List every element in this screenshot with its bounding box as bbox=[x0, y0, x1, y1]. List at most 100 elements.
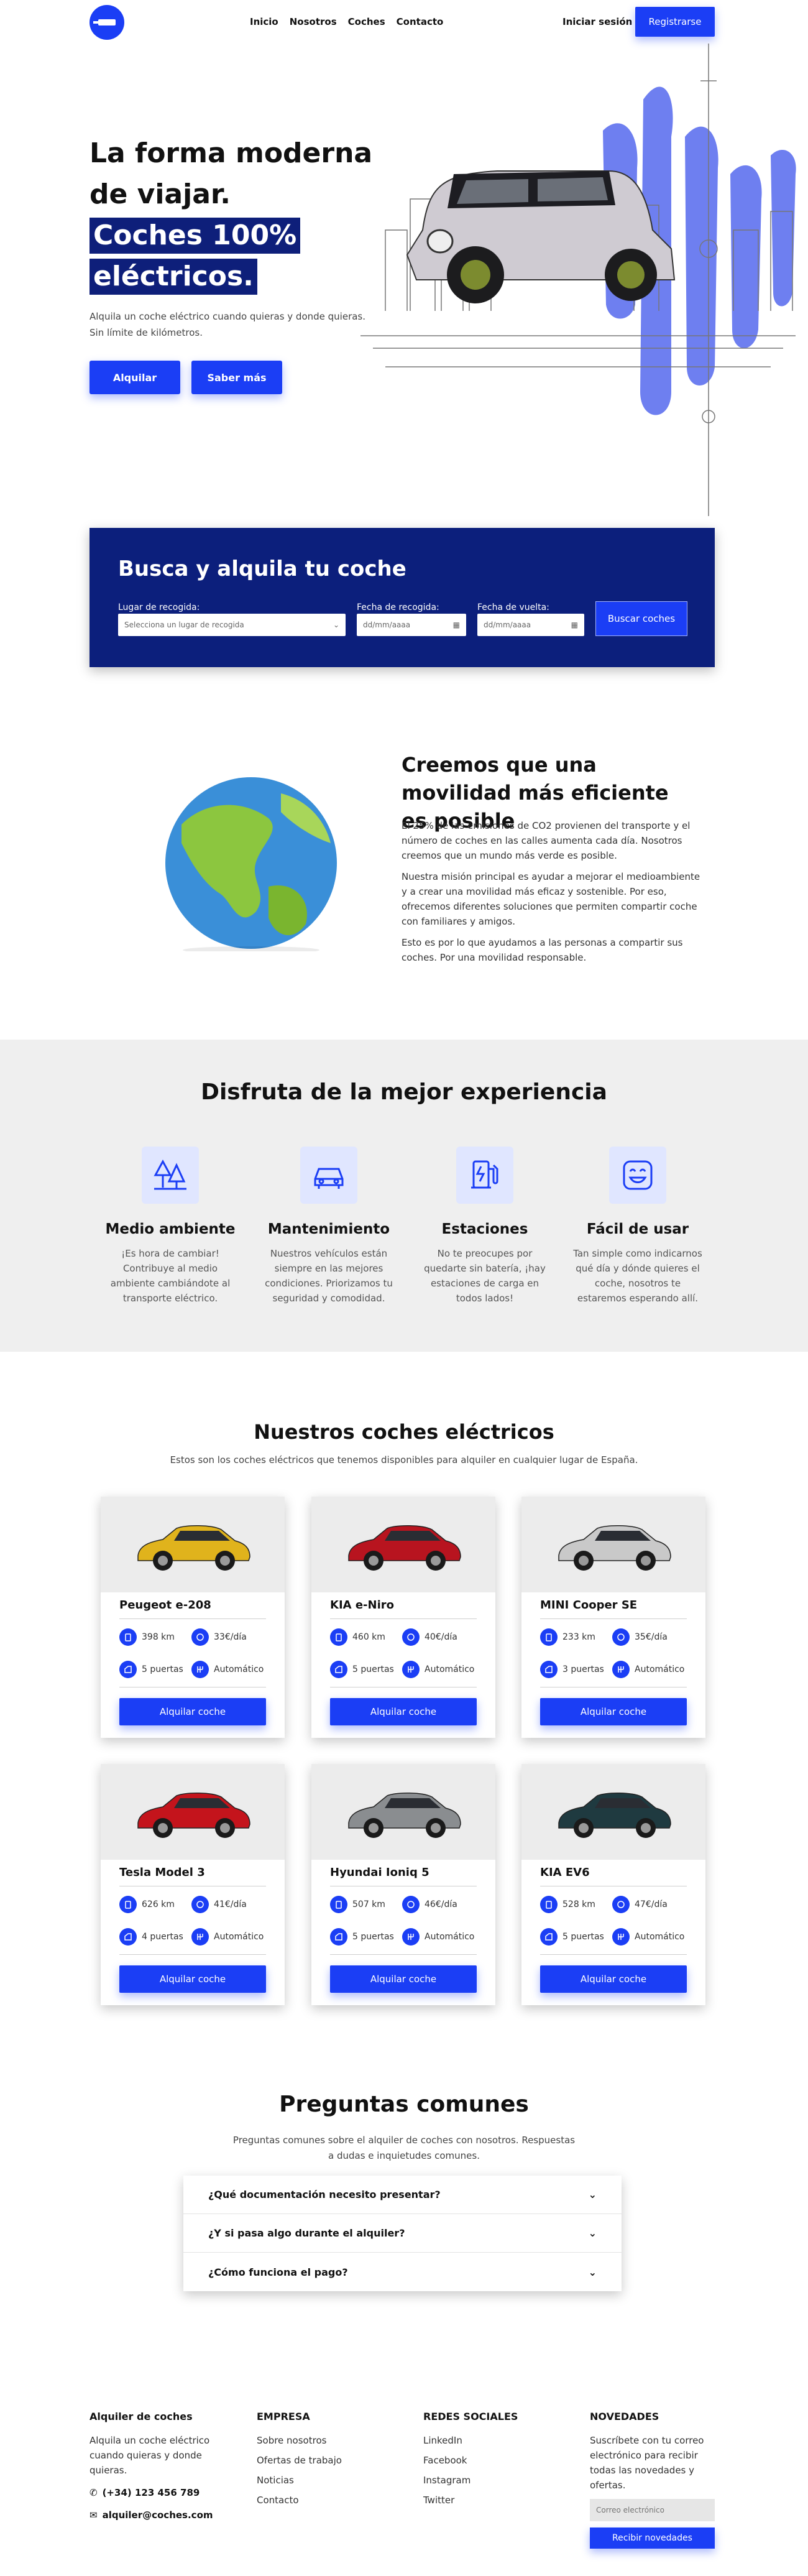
footer-link-instagram[interactable]: Instagram bbox=[423, 2473, 518, 2488]
money-icon bbox=[612, 1896, 630, 1913]
spec-doors: 5 puertas bbox=[330, 1661, 394, 1678]
spec-gearbox: Automático bbox=[191, 1661, 264, 1678]
footer-link[interactable]: Contacto bbox=[257, 2493, 342, 2508]
door-icon bbox=[540, 1661, 558, 1678]
feature-stations: Estaciones No te preocupes por quedarte … bbox=[416, 1147, 553, 1306]
spec-range: 528 km bbox=[540, 1896, 595, 1913]
return-date-input[interactable]: dd/mm/aaaa ▦ bbox=[477, 614, 584, 636]
spec-price: 47€/día bbox=[612, 1896, 668, 1913]
pickup-label: Lugar de recogida: bbox=[118, 602, 200, 612]
pickup-date-label: Fecha de recogida: bbox=[357, 602, 439, 612]
spec-price: 35€/día bbox=[612, 1628, 668, 1646]
rent-car-button[interactable]: Alquilar coche bbox=[119, 1698, 266, 1725]
spec-gearbox: Automático bbox=[402, 1928, 474, 1946]
search-title: Busca y alquila tu coche bbox=[118, 556, 406, 581]
spec-doors: 3 puertas bbox=[540, 1661, 604, 1678]
cars-subtitle: Estos son los coches eléctricos que tene… bbox=[170, 1454, 638, 1466]
divider bbox=[119, 1618, 266, 1619]
search-cars-button[interactable]: Buscar coches bbox=[595, 601, 687, 636]
nav-contacto[interactable]: Contacto bbox=[397, 16, 444, 27]
search-panel: Busca y alquila tu coche Lugar de recogi… bbox=[90, 528, 715, 667]
spec-range: 460 km bbox=[330, 1628, 385, 1646]
calendar-icon: ▦ bbox=[571, 621, 578, 629]
spec-price: 41€/día bbox=[191, 1896, 247, 1913]
spec-gearbox: Automático bbox=[612, 1928, 684, 1946]
pickup-date-input[interactable]: dd/mm/aaaa ▦ bbox=[357, 614, 466, 636]
register-button[interactable]: Registrarse bbox=[635, 7, 715, 37]
spec-range: 398 km bbox=[119, 1628, 175, 1646]
newsletter-submit-button[interactable]: Recibir novedades bbox=[590, 2528, 715, 2549]
spec-range: 507 km bbox=[330, 1896, 385, 1913]
chevron-down-icon: ⌄ bbox=[333, 621, 339, 629]
battery-icon bbox=[540, 1628, 558, 1646]
car-card: KIA e-Niro 460 km 40€/día 5 puertas Auto… bbox=[311, 1497, 495, 1738]
divider bbox=[330, 1618, 477, 1619]
gearbox-icon bbox=[191, 1661, 209, 1678]
faq-item[interactable]: ¿Y si pasa algo durante el alquiler? ⌄ bbox=[183, 2214, 622, 2253]
car-name: MINI Cooper SE bbox=[540, 1599, 638, 1612]
car-name: Peugeot e-208 bbox=[119, 1599, 211, 1612]
footer-link[interactable]: Ofertas de trabajo bbox=[257, 2453, 342, 2468]
footer-link-linkedin[interactable]: LinkedIn bbox=[423, 2433, 518, 2448]
nav-nosotros[interactable]: Nosotros bbox=[290, 16, 337, 27]
rent-car-button[interactable]: Alquilar coche bbox=[330, 1965, 477, 1993]
footer-brand: Alquiler de coches Alquila un coche eléc… bbox=[90, 2409, 214, 2523]
car-card: Peugeot e-208 398 km 33€/día 5 puertas A… bbox=[101, 1497, 285, 1738]
gearbox-icon bbox=[402, 1928, 420, 1946]
smile-icon bbox=[609, 1147, 666, 1204]
trees-icon bbox=[142, 1147, 199, 1204]
money-icon bbox=[402, 1896, 420, 1913]
footer-link-facebook[interactable]: Facebook bbox=[423, 2453, 518, 2468]
feature-environment: Medio ambiente ¡Es hora de cambiar! Cont… bbox=[102, 1147, 239, 1306]
rent-car-button[interactable]: Alquilar coche bbox=[540, 1965, 687, 1993]
newsletter-email-input[interactable] bbox=[590, 2499, 715, 2521]
car-image bbox=[521, 1764, 705, 1860]
faq-item[interactable]: ¿Qué documentación necesito presentar? ⌄ bbox=[183, 2176, 622, 2214]
car-name: Tesla Model 3 bbox=[119, 1866, 205, 1879]
main-nav: Inicio Nosotros Coches Contacto bbox=[250, 16, 443, 27]
learn-more-button[interactable]: Saber más bbox=[191, 361, 282, 394]
divider bbox=[540, 1618, 687, 1619]
experience-title: Disfruta de la mejor experiencia bbox=[201, 1079, 607, 1105]
car-image bbox=[311, 1497, 495, 1592]
gearbox-icon bbox=[612, 1661, 630, 1678]
cars-title: Nuestros coches eléctricos bbox=[254, 1420, 554, 1444]
footer-link-twitter[interactable]: Twitter bbox=[423, 2493, 518, 2508]
door-icon bbox=[330, 1928, 347, 1946]
car-image bbox=[101, 1764, 285, 1860]
car-image bbox=[521, 1497, 705, 1592]
rent-button[interactable]: Alquilar bbox=[90, 361, 180, 394]
nav-coches[interactable]: Coches bbox=[348, 16, 385, 27]
login-link[interactable]: Iniciar sesión bbox=[562, 16, 632, 27]
money-icon bbox=[402, 1628, 420, 1646]
money-icon bbox=[612, 1628, 630, 1646]
faq-title: Preguntas comunes bbox=[279, 2092, 529, 2117]
rent-car-button[interactable]: Alquilar coche bbox=[330, 1698, 477, 1725]
battery-icon bbox=[330, 1628, 347, 1646]
battery-icon bbox=[119, 1896, 137, 1913]
car-card: MINI Cooper SE 233 km 35€/día 3 puertas … bbox=[521, 1497, 705, 1738]
globe-image bbox=[165, 777, 337, 951]
faq-item[interactable]: ¿Cómo funciona el pago? ⌄ bbox=[183, 2253, 622, 2291]
car-name: KIA EV6 bbox=[540, 1866, 590, 1879]
pickup-select[interactable]: Selecciona un lugar de recogida ⌄ bbox=[118, 614, 346, 636]
car-image bbox=[101, 1497, 285, 1592]
battery-icon bbox=[330, 1896, 347, 1913]
gearbox-icon bbox=[612, 1928, 630, 1946]
footer-link[interactable]: Noticias bbox=[257, 2473, 342, 2488]
battery-icon bbox=[540, 1896, 558, 1913]
logo[interactable] bbox=[90, 5, 124, 40]
mission-paragraph-2: Nuestra misión principal es ayudar a mej… bbox=[402, 871, 700, 927]
faq-subtitle: Preguntas comunes sobre el alquiler de c… bbox=[232, 2135, 576, 2161]
spec-doors: 5 puertas bbox=[330, 1928, 394, 1946]
feature-maintenance: Mantenimiento Nuestros vehículos están s… bbox=[260, 1147, 397, 1306]
footer-newsletter: NOVEDADES Suscríbete con tu correo elect… bbox=[590, 2409, 715, 2549]
rent-car-button[interactable]: Alquilar coche bbox=[119, 1965, 266, 1993]
mail-icon: ✉ bbox=[90, 2509, 98, 2521]
nav-inicio[interactable]: Inicio bbox=[250, 16, 278, 27]
gearbox-icon bbox=[191, 1928, 209, 1946]
car-name: KIA e-Niro bbox=[330, 1599, 394, 1612]
footer-link[interactable]: Sobre nosotros bbox=[257, 2433, 342, 2448]
rent-car-button[interactable]: Alquilar coche bbox=[540, 1698, 687, 1725]
hero-car-skyline-image bbox=[360, 44, 796, 516]
